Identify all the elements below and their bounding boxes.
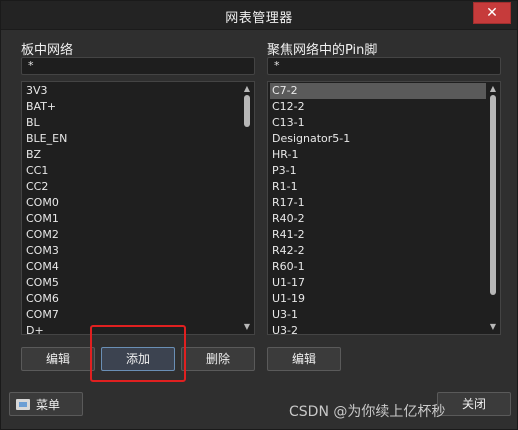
net-list-item[interactable]: COM3 <box>24 243 240 259</box>
left-filter-input[interactable]: * <box>21 57 255 75</box>
scroll-down-icon[interactable]: ▼ <box>243 323 251 331</box>
net-list-item[interactable]: COM7 <box>24 307 240 323</box>
net-list-item[interactable]: 3V3 <box>24 83 240 99</box>
pin-list-item[interactable]: C7-2 <box>270 83 486 99</box>
netlist-manager-window: 网表管理器 ✕ 板中网络 * 3V3 BAT+ BL BLE_EN BZ CC1 CC2 CO… <box>0 0 518 430</box>
net-list-item[interactable]: COM0 <box>24 195 240 211</box>
pin-list-item[interactable]: U1-19 <box>270 291 486 307</box>
net-list-item[interactable]: COM5 <box>24 275 240 291</box>
pin-list-item[interactable]: R41-2 <box>270 227 486 243</box>
delete-button[interactable]: 删除 <box>181 347 255 371</box>
right-edit-button[interactable]: 编辑 <box>267 347 341 371</box>
menu-button-label: 菜单 <box>36 397 61 412</box>
right-panel-label: 聚焦网络中的Pin脚 <box>267 43 378 58</box>
net-list-item[interactable]: COM1 <box>24 211 240 227</box>
net-list-item[interactable]: COM4 <box>24 259 240 275</box>
close-button[interactable]: 关闭 <box>437 392 511 416</box>
left-edit-button[interactable]: 编辑 <box>21 347 95 371</box>
pin-list-item[interactable]: R40-2 <box>270 211 486 227</box>
right-filter-input[interactable]: * <box>267 57 501 75</box>
net-list-item[interactable]: CC2 <box>24 179 240 195</box>
left-scroll-thumb[interactable] <box>244 95 250 127</box>
pin-list-item[interactable]: U3-1 <box>270 307 486 323</box>
net-list-item[interactable]: BL <box>24 115 240 131</box>
right-scroll-thumb[interactable] <box>490 95 496 295</box>
pin-list-item[interactable]: R1-1 <box>270 179 486 195</box>
right-pin-items: C7-2 C12-2 C13-1 Designator5-1 HR-1 P3-1 R1-1 R… <box>270 83 486 334</box>
watermark-text: CSDN @为你续上亿杯秒 <box>289 404 446 420</box>
net-list-item[interactable]: BLE_EN <box>24 131 240 147</box>
net-list-item[interactable]: CC1 <box>24 163 240 179</box>
scroll-down-icon[interactable]: ▼ <box>489 323 497 331</box>
pin-list-item[interactable]: U1-17 <box>270 275 486 291</box>
menu-button[interactable]: 菜单 <box>9 392 83 416</box>
pin-list-item[interactable]: P3-1 <box>270 163 486 179</box>
left-net-items: 3V3 BAT+ BL BLE_EN BZ CC1 CC2 COM0 COM1 COM2 COM3 C… <box>24 83 240 334</box>
net-list-item[interactable]: BAT+ <box>24 99 240 115</box>
menu-icon <box>16 398 30 410</box>
net-list-item[interactable]: BZ <box>24 147 240 163</box>
left-scrollbar[interactable]: ▲ ▼ <box>241 83 253 333</box>
pin-list-item[interactable]: R17-1 <box>270 195 486 211</box>
pin-list-item[interactable]: HR-1 <box>270 147 486 163</box>
net-list-item[interactable]: COM6 <box>24 291 240 307</box>
red-highlight-box <box>90 325 186 382</box>
pin-list-item[interactable]: C13-1 <box>270 115 486 131</box>
right-scrollbar[interactable]: ▲ ▼ <box>487 83 499 333</box>
pin-list-item[interactable]: C12-2 <box>270 99 486 115</box>
net-list-item[interactable]: COM2 <box>24 227 240 243</box>
window-title: 网表管理器 <box>225 11 293 26</box>
right-pin-list[interactable]: C7-2 C12-2 C13-1 Designator5-1 HR-1 P3-1 R1-1 R… <box>267 81 501 335</box>
scroll-up-icon[interactable]: ▲ <box>489 85 497 93</box>
close-icon[interactable]: ✕ <box>473 2 511 24</box>
title-bar: 网表管理器 ✕ <box>1 1 517 30</box>
pin-list-item[interactable]: Designator5-1 <box>270 131 486 147</box>
pin-list-item[interactable]: U3-2 <box>270 323 486 334</box>
pin-list-item[interactable]: R60-1 <box>270 259 486 275</box>
left-net-list[interactable]: 3V3 BAT+ BL BLE_EN BZ CC1 CC2 COM0 COM1 COM2 COM3 C… <box>21 81 255 335</box>
pin-list-item[interactable]: R42-2 <box>270 243 486 259</box>
scroll-up-icon[interactable]: ▲ <box>243 85 251 93</box>
left-panel-label: 板中网络 <box>21 43 74 58</box>
